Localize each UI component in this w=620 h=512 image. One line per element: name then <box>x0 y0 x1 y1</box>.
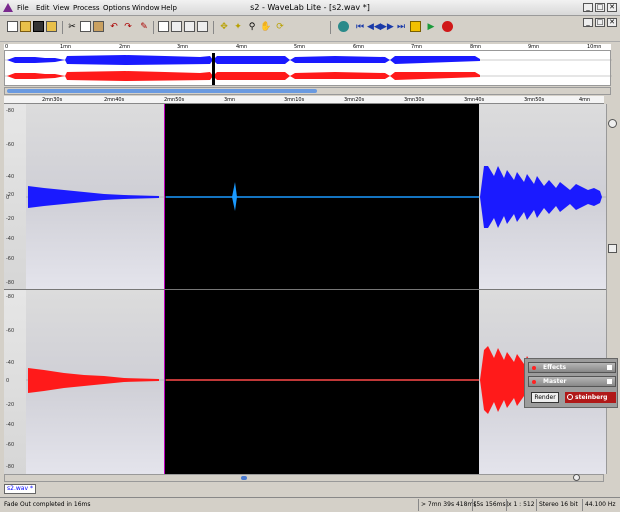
master-expand-icon[interactable] <box>607 379 612 384</box>
doc-maximize-button[interactable]: □ <box>595 18 605 27</box>
left-channel-waveform <box>26 166 606 228</box>
steinberg-label: steinberg <box>575 394 608 401</box>
ruler-label: 3mn20s <box>344 97 365 103</box>
end-icon[interactable]: ⏭ <box>395 21 407 33</box>
toolbar-separator <box>330 21 331 34</box>
pencil-icon[interactable]: ✎ <box>138 21 150 33</box>
ruler-label: 2mn40s <box>104 97 125 103</box>
left-channel[interactable]: -80 -60 -40 -20 0 -20 -40 -60 -80 <box>4 104 606 289</box>
eraser-icon[interactable]: ✦ <box>232 21 244 33</box>
overview-scroll-thumb[interactable] <box>7 89 317 93</box>
ruler-label: 4mn <box>579 97 591 103</box>
status-divider <box>506 499 507 511</box>
main-ruler[interactable]: 2mn30s 2mn40s 2mn50s 3mn 3mn10s 3mn20s 3… <box>4 96 604 104</box>
ruler-label: 2mn30s <box>42 97 63 103</box>
close-button[interactable]: ✕ <box>607 3 617 12</box>
record-icon[interactable] <box>442 21 453 32</box>
effects-label: Effects <box>543 364 567 371</box>
vertical-zoom-thumb[interactable] <box>608 119 617 128</box>
pointer-icon[interactable]: ✥ <box>218 21 230 33</box>
overview-scrollbar[interactable] <box>4 87 611 95</box>
undo-icon[interactable]: ↶ <box>108 21 120 33</box>
horizontal-zoom-thumb[interactable] <box>573 474 580 481</box>
vertical-zoom-slider[interactable] <box>606 104 618 474</box>
fast-forward-icon[interactable]: ▶▶ <box>380 21 394 33</box>
effects-expand-icon[interactable] <box>607 365 612 370</box>
ruler-label: 3mn30s <box>404 97 425 103</box>
right-channel[interactable]: -80 -60 -40 0 -20 -40 -60 -80 <box>4 290 606 474</box>
toolbar-separator <box>62 21 63 34</box>
copy-icon[interactable] <box>80 21 91 32</box>
master-label: Master <box>543 378 567 385</box>
effects-button[interactable]: Effects <box>528 362 616 373</box>
stop-icon[interactable] <box>410 21 421 32</box>
toolbar-separator <box>213 21 214 34</box>
window-title: s2 - WaveLab Lite - [s2.wav *] <box>250 3 370 12</box>
steinberg-logo: steinberg <box>565 392 616 403</box>
play-icon[interactable]: ▶ <box>425 21 437 33</box>
loop-icon[interactable]: ⟳ <box>274 21 286 33</box>
zoom-icon[interactable]: ⚲ <box>246 21 258 33</box>
main-scroll-thumb[interactable] <box>241 476 247 480</box>
audio-format: Stereo 16 bit <box>539 501 578 508</box>
play-from-start-icon[interactable] <box>338 21 349 32</box>
fade-out-icon[interactable] <box>197 21 208 32</box>
open-icon[interactable] <box>20 21 31 32</box>
doc-minimize-button[interactable]: _ <box>583 18 593 27</box>
minimize-button[interactable]: _ <box>583 3 593 12</box>
main-waveform-view[interactable]: -80 -60 -40 -20 0 -20 -40 -60 -80 -80 -6… <box>4 104 606 474</box>
ruler-label: 3mn40s <box>464 97 485 103</box>
ruler-label: 3mn50s <box>524 97 545 103</box>
zoom-level: x 1 : 512 <box>508 501 535 508</box>
maximize-button[interactable]: □ <box>595 3 605 12</box>
wavelab-window: File Edit View Process Options Window He… <box>0 0 620 512</box>
paste-icon[interactable] <box>93 21 104 32</box>
overview-waveform-graphic <box>5 53 612 85</box>
right-channel-waveform <box>26 346 606 414</box>
status-divider <box>536 499 537 511</box>
overview-waveform[interactable] <box>4 50 612 86</box>
sample-rate: 44.100 Hz <box>585 501 616 508</box>
doc-close-button[interactable]: ✕ <box>607 18 617 27</box>
redo-icon[interactable]: ↷ <box>122 21 134 33</box>
channel-toggle-icon[interactable] <box>608 244 617 253</box>
file-tab[interactable]: s2.wav * <box>4 484 36 494</box>
fast-forward-icon[interactable]: ◀◀ <box>367 21 381 33</box>
ruler-label: 3mn10s <box>284 97 305 103</box>
new-icon[interactable] <box>7 21 18 32</box>
status-message: Fade Out completed in 16ms <box>4 501 91 508</box>
master-led-icon <box>532 380 536 384</box>
crop-icon[interactable] <box>158 21 169 32</box>
trim-icon[interactable] <box>171 21 182 32</box>
status-divider <box>418 499 419 511</box>
status-bar: Fade Out completed in 16ms > 7mn 39s 418… <box>0 497 620 512</box>
toolbar-separator <box>153 21 154 34</box>
save-all-icon[interactable] <box>46 21 57 32</box>
ruler-label: 3mn <box>224 97 236 103</box>
cut-icon[interactable]: ✂ <box>66 21 78 33</box>
toolbar: _ □ ✕ ✂ ↶ ↷ ✎ ✥ ✦ ⚲ ✋ ⟳ ⏮ ◀◀ ▶▶ ⏭ ▶ <box>0 16 620 42</box>
master-section-panel: Effects Master Render steinberg <box>524 358 618 408</box>
cursor-position: > 7mn 39s 418ms <box>421 501 477 508</box>
status-divider <box>472 499 473 511</box>
ruler-label: 2mn50s <box>164 97 185 103</box>
main-horizontal-scrollbar[interactable] <box>4 474 604 482</box>
menu-bar: File Edit View Process Options Window He… <box>0 0 620 16</box>
save-icon[interactable] <box>33 21 44 32</box>
selection-length: [5s 156ms] <box>474 501 508 508</box>
hand-icon[interactable]: ✋ <box>260 21 272 33</box>
rewind-icon[interactable]: ⏮ <box>354 21 366 33</box>
master-button[interactable]: Master <box>528 376 616 387</box>
fade-in-icon[interactable] <box>184 21 195 32</box>
effects-led-icon <box>532 366 536 370</box>
render-button[interactable]: Render <box>531 392 559 403</box>
status-divider <box>582 499 583 511</box>
steinberg-icon <box>567 394 573 400</box>
